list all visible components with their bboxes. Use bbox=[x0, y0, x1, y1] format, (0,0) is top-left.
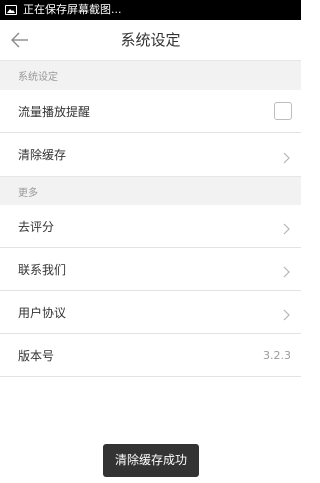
section-header-label: 更多 bbox=[18, 187, 38, 199]
row-version: 版本号 3.2.3 bbox=[0, 334, 301, 377]
row-label: 清除缓存 bbox=[18, 148, 67, 162]
toast-message: 清除缓存成功 bbox=[103, 444, 199, 477]
chevron-right-icon bbox=[283, 220, 291, 235]
row-clear-cache[interactable]: 清除缓存 bbox=[0, 133, 301, 176]
section-header-label: 系统设定 bbox=[18, 72, 58, 83]
row-label: 版本号 bbox=[18, 348, 55, 363]
chevron-right-icon bbox=[283, 306, 291, 321]
traffic-reminder-checkbox[interactable] bbox=[274, 102, 292, 120]
status-notification-text: 正在保存屏幕截图... bbox=[23, 3, 122, 16]
row-label: 流量播放提醒 bbox=[18, 104, 91, 119]
section-header-more: 更多 bbox=[0, 176, 301, 205]
screenshot-image-icon bbox=[5, 5, 17, 15]
row-label: 用户协议 bbox=[18, 305, 67, 320]
chevron-right-icon bbox=[283, 263, 291, 278]
section-header-system: 系统设定 bbox=[0, 60, 301, 90]
row-user-agreement[interactable]: 用户协议 bbox=[0, 291, 301, 334]
row-label: 去评分 bbox=[18, 219, 55, 234]
row-rate-app[interactable]: 去评分 bbox=[0, 205, 301, 248]
navigation-bar: 系统设定 bbox=[0, 20, 301, 60]
chevron-right-icon bbox=[283, 149, 291, 163]
row-traffic-playback-reminder[interactable]: 流量播放提醒 bbox=[0, 90, 301, 133]
page-title: 系统设定 bbox=[120, 31, 181, 49]
row-contact-us[interactable]: 联系我们 bbox=[0, 248, 301, 291]
status-bar: 正在保存屏幕截图... bbox=[0, 0, 301, 20]
version-value: 3.2.3 bbox=[263, 348, 291, 362]
row-label: 联系我们 bbox=[18, 262, 67, 277]
